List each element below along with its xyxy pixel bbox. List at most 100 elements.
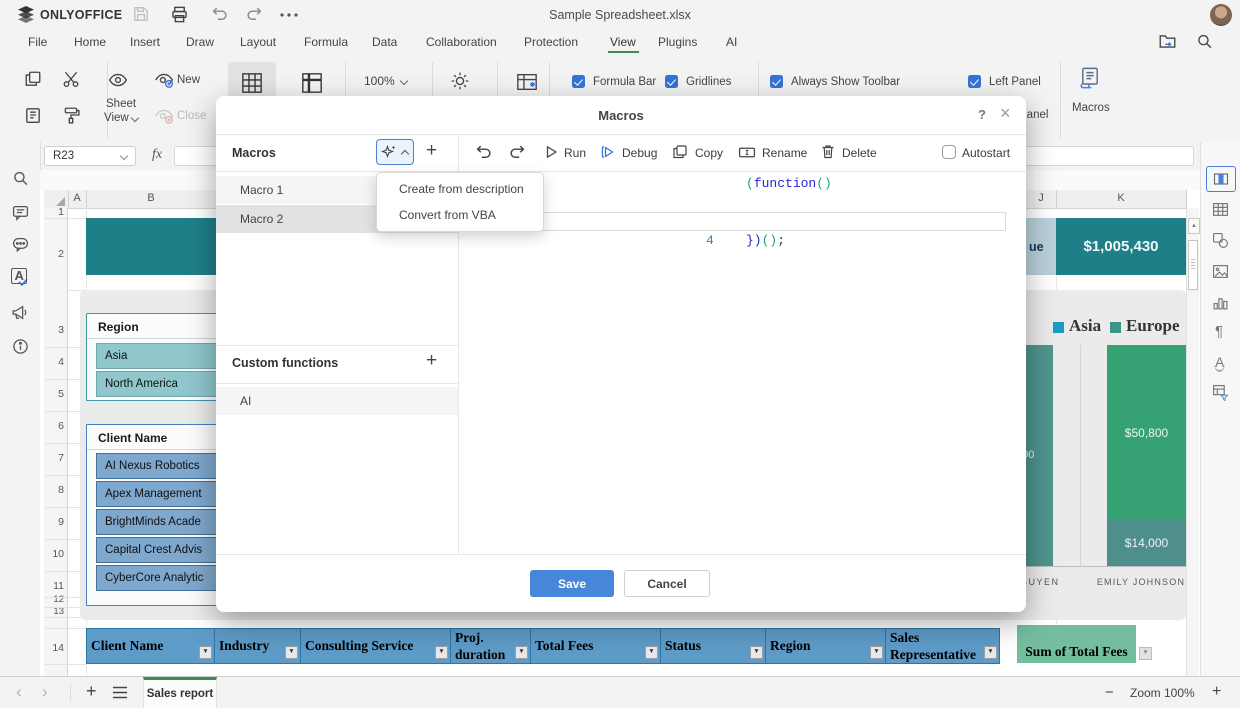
sheet-list-icon[interactable] (112, 686, 128, 699)
filter-button-total-fees[interactable]: ▼ (645, 646, 658, 659)
shape-settings-icon[interactable] (1212, 232, 1229, 249)
image-settings-icon[interactable] (1212, 263, 1229, 280)
formula-bar-checkbox-label[interactable]: Formula Bar (593, 76, 656, 88)
macros-toolbar-icon[interactable] (1078, 66, 1102, 90)
menu-data[interactable]: Data (372, 35, 397, 49)
menu-insert[interactable]: Insert (130, 35, 160, 49)
feedback-panel-icon[interactable] (11, 304, 29, 321)
next-sheet-button[interactable]: › (42, 682, 48, 702)
table-header-region[interactable]: Region (765, 628, 886, 664)
fx-icon[interactable]: fx (152, 147, 162, 163)
client-slicer-item-2[interactable]: Apex Management (96, 481, 228, 507)
chat-panel-icon[interactable] (12, 236, 29, 253)
table-header-total-fees[interactable]: Total Fees (530, 628, 661, 664)
filter-button-status[interactable]: ▼ (750, 646, 763, 659)
comments-panel-icon[interactable] (12, 204, 29, 221)
filter-button-industry[interactable]: ▼ (285, 646, 298, 659)
prev-sheet-button[interactable]: ‹ (16, 682, 22, 702)
column-label-k[interactable]: K (1056, 192, 1186, 204)
menu-ai[interactable]: AI (726, 35, 737, 49)
ai-macro-button[interactable] (376, 139, 414, 165)
table-header-client-name[interactable]: Client Name (86, 628, 215, 664)
row-4[interactable]: 4 (44, 356, 64, 368)
vertical-scrollbar[interactable]: ▲ (1186, 208, 1199, 676)
menu-item-convert-from-vba[interactable]: Convert from VBA (377, 202, 543, 228)
avatar[interactable] (1210, 4, 1232, 26)
text-art-settings-icon[interactable]: A (1214, 354, 1225, 370)
formula-bar-checkbox[interactable] (572, 75, 585, 88)
dialog-undo-icon[interactable] (474, 144, 492, 160)
search-icon[interactable] (1196, 33, 1213, 50)
filter-button-client-name[interactable]: ▼ (199, 646, 212, 659)
cell-settings-tab-active[interactable] (1206, 166, 1236, 192)
row-2[interactable]: 2 (44, 248, 64, 260)
row-6[interactable]: 6 (44, 420, 64, 432)
rename-macro-icon[interactable] (738, 145, 756, 160)
name-box-caret-icon[interactable] (120, 152, 128, 160)
freeze-row-column-icon[interactable] (301, 72, 323, 94)
menu-home[interactable]: Home (74, 35, 106, 49)
row-8[interactable]: 8 (44, 484, 64, 496)
client-slicer-item-5[interactable]: CyberCore Analytic (96, 565, 228, 591)
region-slicer-item-north-america[interactable]: North America (96, 371, 228, 397)
pivot-header-sum-of-total-fees[interactable]: Sum of Total Fees (1017, 625, 1136, 663)
zoom-value[interactable]: 100% (364, 74, 395, 88)
new-sheet-view-icon[interactable] (154, 72, 174, 88)
slicer-settings-icon[interactable] (1212, 384, 1229, 401)
sheet-view-label-line1[interactable]: Sheet (106, 98, 136, 110)
dialog-close-button[interactable]: × (1000, 103, 1011, 124)
paste-icon[interactable] (24, 106, 42, 124)
freeze-to-cell-icon[interactable] (516, 72, 538, 92)
sheet-view-label-line2[interactable]: View (104, 112, 129, 124)
run-macro-label[interactable]: Run (564, 146, 586, 160)
copy-macro-label[interactable]: Copy (695, 146, 723, 160)
macros-toolbar-label[interactable]: Macros (1072, 102, 1110, 114)
region-slicer-item-asia[interactable]: Asia (96, 343, 228, 369)
open-file-location-icon[interactable] (1158, 32, 1177, 51)
sheet-tab-sales-report[interactable]: Sales report (143, 677, 217, 708)
new-sheet-view-label[interactable]: New (177, 74, 200, 86)
dialog-help-button[interactable]: ? (978, 107, 986, 122)
select-all-corner[interactable] (56, 197, 65, 206)
client-slicer-item-3[interactable]: BrightMinds Acade (96, 509, 228, 535)
paragraph-settings-icon[interactable]: ¶ (1215, 323, 1223, 340)
search-panel-icon[interactable] (12, 170, 29, 187)
left-panel-checkbox-label[interactable]: Left Panel (989, 76, 1041, 88)
row-1[interactable]: 1 (44, 206, 64, 218)
row-9[interactable]: 9 (44, 516, 64, 528)
zoom-out-button[interactable]: − (1105, 684, 1114, 701)
client-name-slicer[interactable]: Client Name AI Nexus Robotics Apex Manag… (86, 424, 236, 606)
format-painter-icon[interactable] (62, 106, 80, 124)
table-header-sales-representative[interactable]: Sales Representative (885, 628, 1000, 664)
delete-macro-label[interactable]: Delete (842, 146, 877, 160)
freeze-panes-grid-icon[interactable] (241, 72, 263, 94)
autostart-checkbox[interactable] (942, 145, 956, 159)
row-7[interactable]: 7 (44, 452, 64, 464)
menu-draw[interactable]: Draw (186, 35, 214, 49)
row-5[interactable]: 5 (44, 388, 64, 400)
region-slicer[interactable]: Region Asia North America (86, 313, 236, 401)
run-macro-icon[interactable] (543, 144, 559, 160)
name-box[interactable]: R23 (44, 146, 136, 166)
rename-macro-label[interactable]: Rename (762, 146, 807, 160)
menu-protection[interactable]: Protection (524, 35, 578, 49)
always-show-toolbar-checkbox-label[interactable]: Always Show Toolbar (791, 76, 900, 88)
menu-plugins[interactable]: Plugins (658, 35, 697, 49)
filter-button-pivot[interactable]: ▼ (1139, 647, 1152, 660)
row-10[interactable]: 10 (44, 548, 64, 560)
interface-theme-icon[interactable] (450, 71, 470, 91)
left-panel-checkbox[interactable] (968, 75, 981, 88)
menu-item-create-from-description[interactable]: Create from description (377, 176, 543, 202)
copy-icon[interactable] (24, 70, 42, 88)
client-slicer-item-4[interactable]: Capital Crest Advis (96, 537, 228, 563)
filter-button-consulting-service[interactable]: ▼ (435, 646, 448, 659)
add-sheet-button[interactable]: + (86, 681, 97, 702)
save-button[interactable]: Save (530, 570, 614, 597)
sheet-view-caret-icon[interactable] (131, 114, 139, 122)
gridlines-checkbox[interactable] (665, 75, 678, 88)
gridlines-checkbox-label[interactable]: Gridlines (686, 76, 731, 88)
cancel-button[interactable]: Cancel (624, 570, 710, 597)
column-label-a[interactable]: A (68, 192, 86, 204)
debug-macro-icon[interactable] (600, 144, 616, 160)
zoom-caret-icon[interactable] (400, 77, 408, 85)
